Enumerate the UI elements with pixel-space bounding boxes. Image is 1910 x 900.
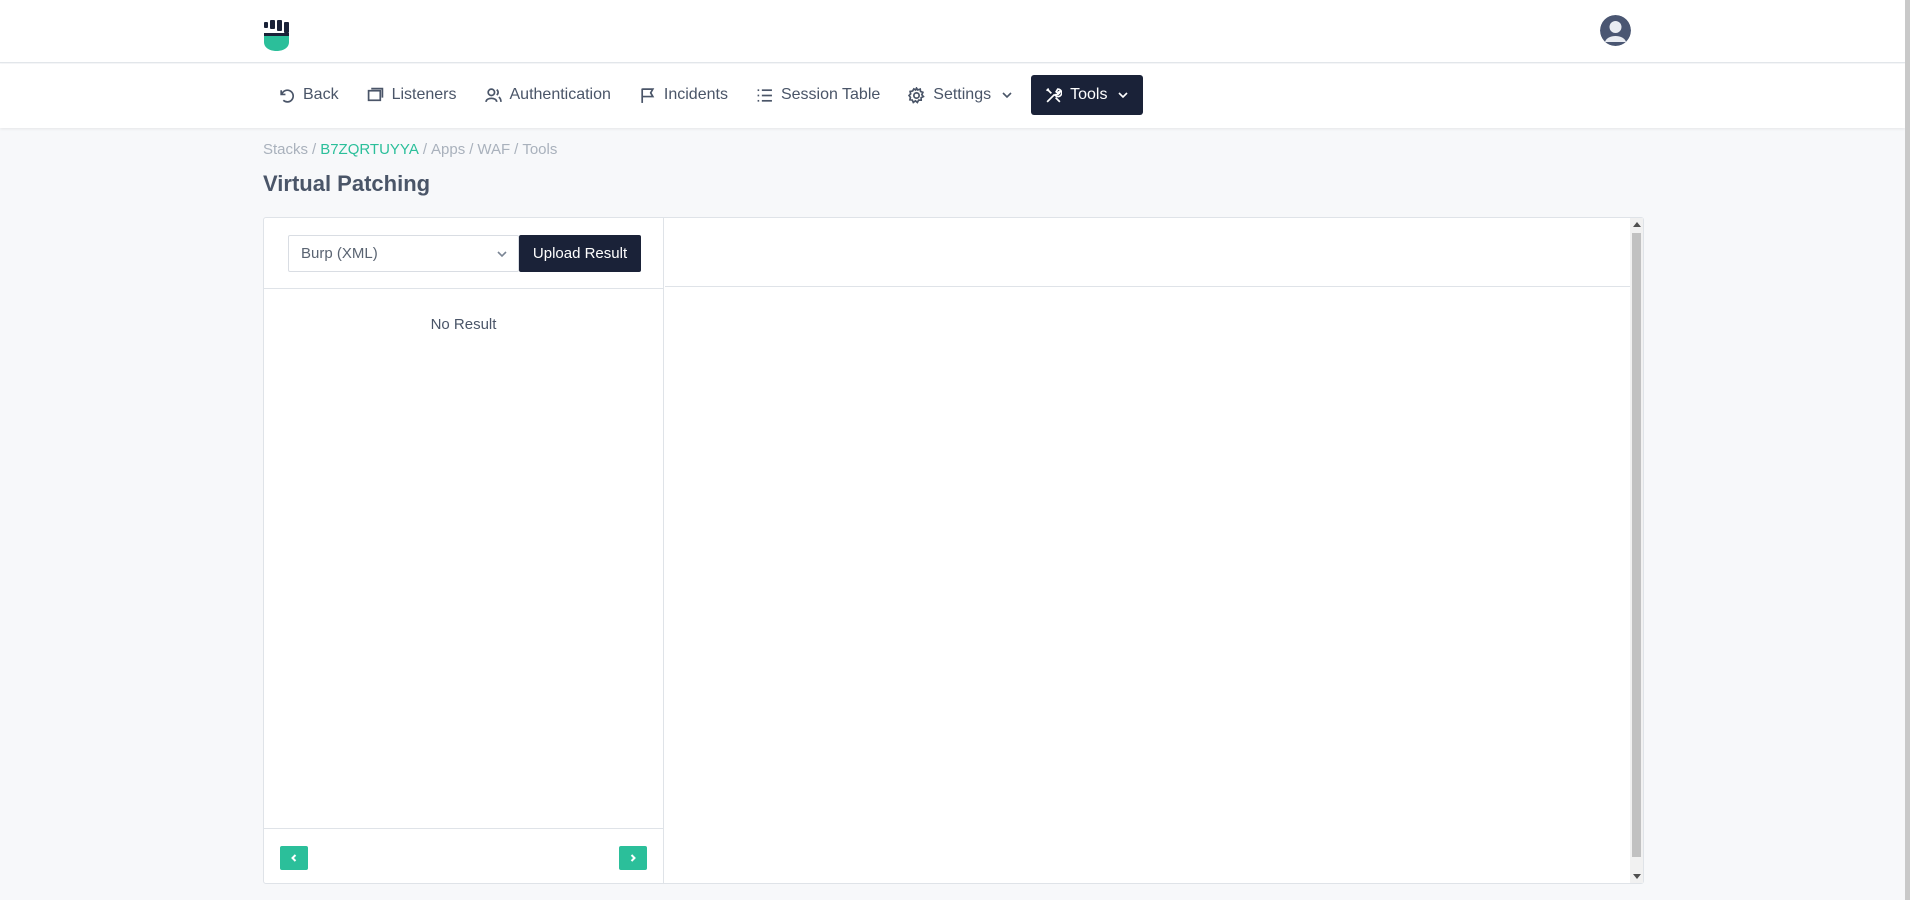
window-icon	[367, 87, 383, 101]
breadcrumb-stacks[interactable]: Stacks	[263, 141, 308, 158]
virtual-patching-panel: Burp (XML) Upload Result No Result	[263, 217, 1644, 884]
next-page-button[interactable]	[619, 846, 647, 870]
breadcrumb-stack-id[interactable]: B7ZQRTUYYA	[320, 141, 419, 158]
chevron-down-icon	[497, 251, 507, 258]
page-scrollbar[interactable]	[1905, 0, 1910, 900]
nav-listeners[interactable]: Listeners	[353, 75, 471, 115]
empty-state-text: No Result	[430, 316, 497, 333]
back-arrow-icon	[280, 88, 295, 103]
gear-icon	[908, 86, 926, 104]
scroll-down-icon[interactable]	[1633, 874, 1641, 879]
chevron-right-icon	[630, 854, 636, 862]
nav-incidents[interactable]: Incidents	[625, 75, 742, 115]
nav-session-table[interactable]: Session Table	[742, 75, 894, 115]
nav-tools-label: Tools	[1070, 86, 1108, 103]
pagination	[264, 828, 663, 883]
top-bar	[0, 0, 1905, 63]
breadcrumb-apps[interactable]: Apps	[431, 141, 465, 158]
previous-page-button[interactable]	[280, 846, 308, 870]
nav-back-label: Back	[303, 86, 339, 103]
chevron-left-icon	[291, 854, 297, 862]
nav-incidents-label: Incidents	[663, 86, 728, 103]
results-toolbar: Burp (XML) Upload Result	[264, 218, 663, 289]
chevron-down-icon	[1002, 92, 1012, 99]
users-icon	[484, 87, 502, 102]
breadcrumb-waf[interactable]: WAF	[477, 141, 510, 158]
nav-settings[interactable]: Settings	[894, 75, 1027, 115]
breadcrumb-separator: /	[422, 141, 427, 158]
nav-tools[interactable]: Tools	[1031, 75, 1144, 115]
format-select[interactable]: Burp (XML)	[288, 235, 519, 272]
detail-pane	[665, 218, 1630, 883]
flag-icon	[641, 87, 655, 103]
breadcrumb-separator: /	[469, 141, 474, 158]
nav-back[interactable]: Back	[264, 75, 353, 115]
format-select-value: Burp (XML)	[301, 245, 378, 262]
user-avatar-icon[interactable]	[1600, 15, 1631, 46]
nav-settings-label: Settings	[933, 86, 992, 103]
nav-authentication-label: Authentication	[509, 86, 611, 103]
breadcrumb-separator: /	[312, 141, 317, 158]
detail-header	[665, 218, 1630, 287]
nav-authentication[interactable]: Authentication	[471, 75, 625, 115]
breadcrumb-separator: /	[514, 141, 519, 158]
page-title: Virtual Patching	[263, 171, 431, 196]
tools-icon	[1046, 87, 1063, 102]
upload-result-button[interactable]: Upload Result	[519, 235, 641, 272]
breadcrumb: Stacks / B7ZQRTUYYA / Apps / WAF / Tools	[263, 141, 557, 158]
list-icon	[757, 88, 772, 102]
scrollbar-thumb[interactable]	[1632, 233, 1641, 857]
nav-session-table-label: Session Table	[780, 86, 881, 103]
results-pane: Burp (XML) Upload Result No Result	[264, 218, 664, 883]
fist-shield-logo[interactable]	[262, 20, 292, 52]
nav-bar: Back Listeners Authentication Incidents …	[0, 64, 1905, 128]
breadcrumb-tools: Tools	[522, 141, 558, 158]
scroll-up-icon[interactable]	[1633, 222, 1641, 227]
page-scrollbar-thumb[interactable]	[1905, 0, 1910, 900]
panel-scrollbar[interactable]	[1630, 218, 1643, 883]
nav-listeners-label: Listeners	[391, 86, 457, 103]
chevron-down-icon	[1118, 92, 1129, 99]
